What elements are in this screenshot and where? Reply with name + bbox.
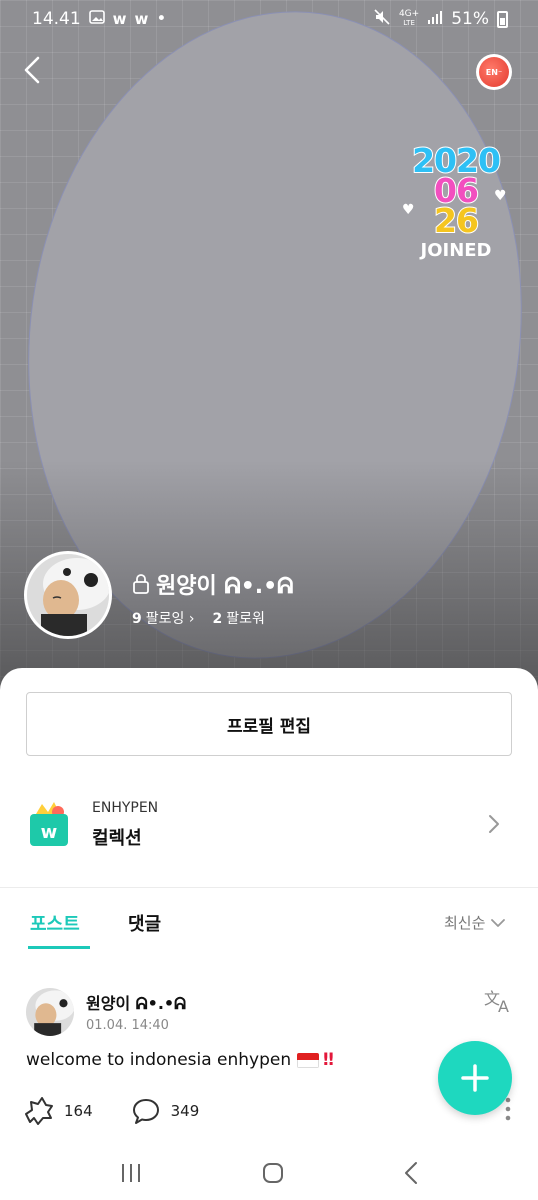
post-actions: 164 349: [22, 1096, 227, 1126]
weverse-icon: ᴡ: [134, 10, 149, 28]
heart-icon: ♥: [494, 188, 507, 204]
translate-icon[interactable]: 文 A: [484, 988, 514, 1014]
svg-text:A: A: [498, 997, 509, 1014]
tab-posts-indicator: [28, 946, 90, 949]
mute-icon: [373, 8, 391, 31]
profile-stats: 9 팔로잉 › 2 팔로워: [132, 608, 265, 628]
more-options-icon[interactable]: [504, 1096, 512, 1122]
weverse-icon: ᴡ: [112, 10, 127, 28]
post-date: 01.04. 14:40: [86, 1018, 169, 1033]
collection-row[interactable]: w ENHYPEN 컬렉션: [0, 780, 538, 888]
network-type: 4G+ LTE: [398, 9, 420, 28]
create-post-button[interactable]: [438, 1041, 512, 1115]
community-badge-button[interactable]: EN⁻: [476, 54, 512, 90]
double-exclamation-icon: ‼: [323, 1050, 334, 1070]
joined-label: JOINED: [420, 240, 492, 261]
tab-posts[interactable]: 포스트: [30, 910, 80, 936]
dot-icon: •: [156, 9, 167, 29]
image-icon: [88, 9, 105, 30]
edit-profile-button[interactable]: 프로필 편집: [26, 692, 512, 756]
status-time: 14.41: [32, 9, 81, 29]
lock-icon: [133, 574, 149, 594]
collection-title: 컬렉션: [92, 828, 142, 849]
status-bar: 14.41 ᴡ ᴡ • 4G+ LTE 51%: [0, 0, 538, 38]
chevron-down-icon: [491, 918, 506, 927]
recent-apps-icon[interactable]: [119, 1162, 143, 1184]
following-link[interactable]: 9 팔로잉 ›: [132, 608, 194, 628]
enhypen-logo-icon: EN⁻: [479, 57, 509, 87]
joined-date-sticker: 2020 06 26 JOINED ♥ ♥: [400, 143, 512, 261]
profile-name-text: 원양이 ᕱ•.•ᕱ: [156, 574, 294, 599]
back-nav-icon[interactable]: [403, 1161, 419, 1185]
collection-icon: w: [28, 800, 70, 850]
signal-icon: [427, 9, 443, 30]
profile-name: 원양이 ᕱ•.•ᕱ: [132, 568, 294, 600]
post-author-avatar[interactable]: [26, 988, 74, 1036]
svg-text:w: w: [41, 822, 58, 843]
like-count: 164: [64, 1102, 93, 1120]
chevron-right-icon: [489, 815, 499, 833]
joined-day: 26: [433, 201, 480, 240]
back-button[interactable]: [14, 50, 50, 90]
system-navigation-bar: [0, 1145, 538, 1200]
cheer-icon[interactable]: [22, 1096, 54, 1126]
post-author-name[interactable]: 원양이 ᕱ•.•ᕱ: [86, 990, 186, 1014]
followers-link[interactable]: 2 팔로워: [212, 608, 264, 628]
tab-comments[interactable]: 댓글: [128, 910, 161, 936]
heart-icon: ♥: [402, 202, 415, 218]
home-icon[interactable]: [261, 1161, 285, 1185]
chevron-left-icon: [24, 56, 40, 84]
plus-icon: [461, 1064, 489, 1092]
indonesia-flag-icon: [297, 1052, 320, 1068]
content-tabs: 포스트 댓글 최신순: [0, 900, 538, 950]
post-text: welcome to indonesia enhypen ‼: [26, 1050, 334, 1070]
sort-dropdown[interactable]: 최신순: [444, 912, 506, 933]
profile-avatar[interactable]: [24, 551, 112, 639]
comment-count: 349: [170, 1102, 200, 1120]
battery-icon: [497, 10, 508, 28]
comment-icon[interactable]: [131, 1097, 161, 1125]
battery-percent: 51%: [451, 9, 489, 29]
collection-artist: ENHYPEN: [92, 800, 159, 816]
chevron-right-icon: ›: [188, 611, 195, 627]
